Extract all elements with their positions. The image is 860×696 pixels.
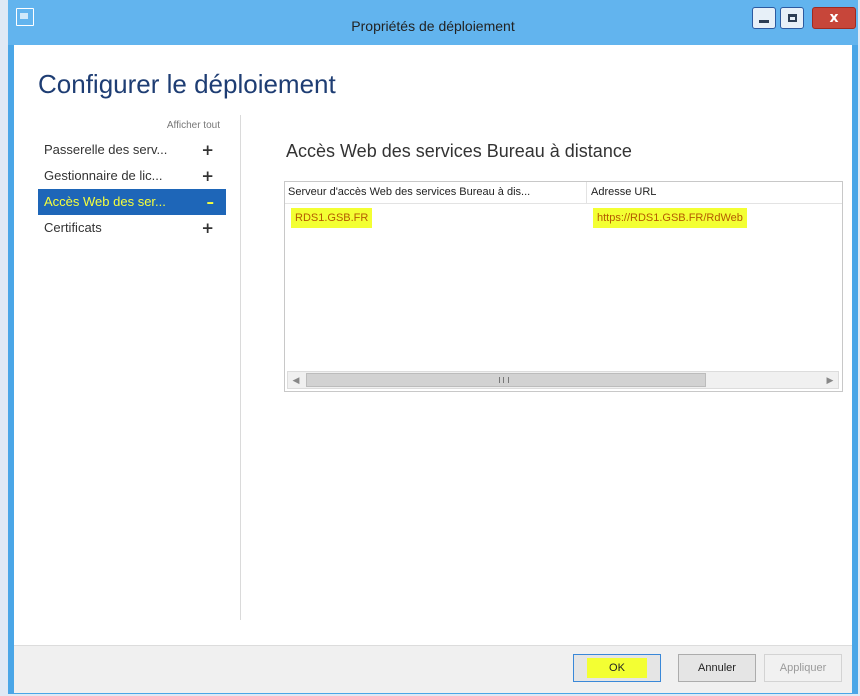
nav-item-label: Gestionnaire de lic... (44, 168, 163, 183)
scroll-right-icon[interactable]: ▶ (822, 372, 838, 388)
nav-item-certificates[interactable]: Certificats + (38, 215, 226, 241)
table-row[interactable]: RDS1.GSB.FR https://RDS1.GSB.FR/RdWeb (285, 208, 842, 228)
ok-button[interactable]: OK (573, 654, 661, 682)
column-header-server[interactable]: Serveur d'accès Web des services Bureau … (285, 182, 587, 203)
horizontal-scrollbar[interactable]: ◀ ▶ (287, 371, 839, 389)
sidebar-nav: Passerelle des serv... + Gestionnaire de… (38, 137, 226, 241)
expand-icon[interactable]: + (201, 163, 214, 189)
expand-icon[interactable]: + (201, 137, 214, 163)
minimize-button[interactable] (752, 7, 776, 29)
scrollbar-thumb[interactable] (306, 373, 706, 387)
close-icon: x (829, 10, 839, 26)
close-button[interactable]: x (812, 7, 856, 29)
maximize-button[interactable] (780, 7, 804, 29)
section-title: Accès Web des services Bureau à distance (286, 141, 632, 161)
page-heading: Configurer le déploiement (38, 69, 336, 99)
window-title: Propriétés de déploiement (351, 18, 515, 34)
minimize-icon (759, 19, 769, 23)
nav-item-web-access[interactable]: Accès Web des ser... – (38, 189, 226, 215)
vertical-divider (240, 115, 241, 620)
grip-icon (499, 377, 509, 383)
nav-item-licensing[interactable]: Gestionnaire de lic... + (38, 163, 226, 189)
nav-item-label: Passerelle des serv... (44, 142, 168, 157)
ok-button-label: OK (587, 658, 647, 678)
expand-icon[interactable]: + (201, 215, 214, 241)
scroll-left-icon[interactable]: ◀ (288, 372, 304, 388)
dialog-content: Configurer le déploiement Afficher tout … (14, 45, 852, 645)
title-bar[interactable]: Propriétés de déploiement x (8, 0, 858, 45)
list-header: Serveur d'accès Web des services Bureau … (285, 182, 842, 204)
web-access-server-list[interactable]: Serveur d'accès Web des services Bureau … (284, 181, 843, 392)
nav-item-gateway[interactable]: Passerelle des serv... + (38, 137, 226, 163)
deployment-properties-window: Propriétés de déploiement x Configurer l… (8, 0, 858, 694)
url-cell: https://RDS1.GSB.FR/RdWeb (593, 208, 747, 228)
apply-button[interactable]: Appliquer (764, 654, 842, 682)
column-header-url[interactable]: Adresse URL (587, 182, 842, 203)
cancel-button[interactable]: Annuler (678, 654, 756, 682)
show-all-link[interactable]: Afficher tout (140, 120, 220, 131)
nav-item-label: Accès Web des ser... (44, 194, 166, 209)
collapse-icon[interactable]: – (207, 189, 215, 215)
maximize-icon (787, 14, 797, 22)
server-cell: RDS1.GSB.FR (291, 208, 373, 228)
dialog-footer: OK Annuler Appliquer (14, 645, 852, 693)
nav-item-label: Certificats (44, 220, 102, 235)
